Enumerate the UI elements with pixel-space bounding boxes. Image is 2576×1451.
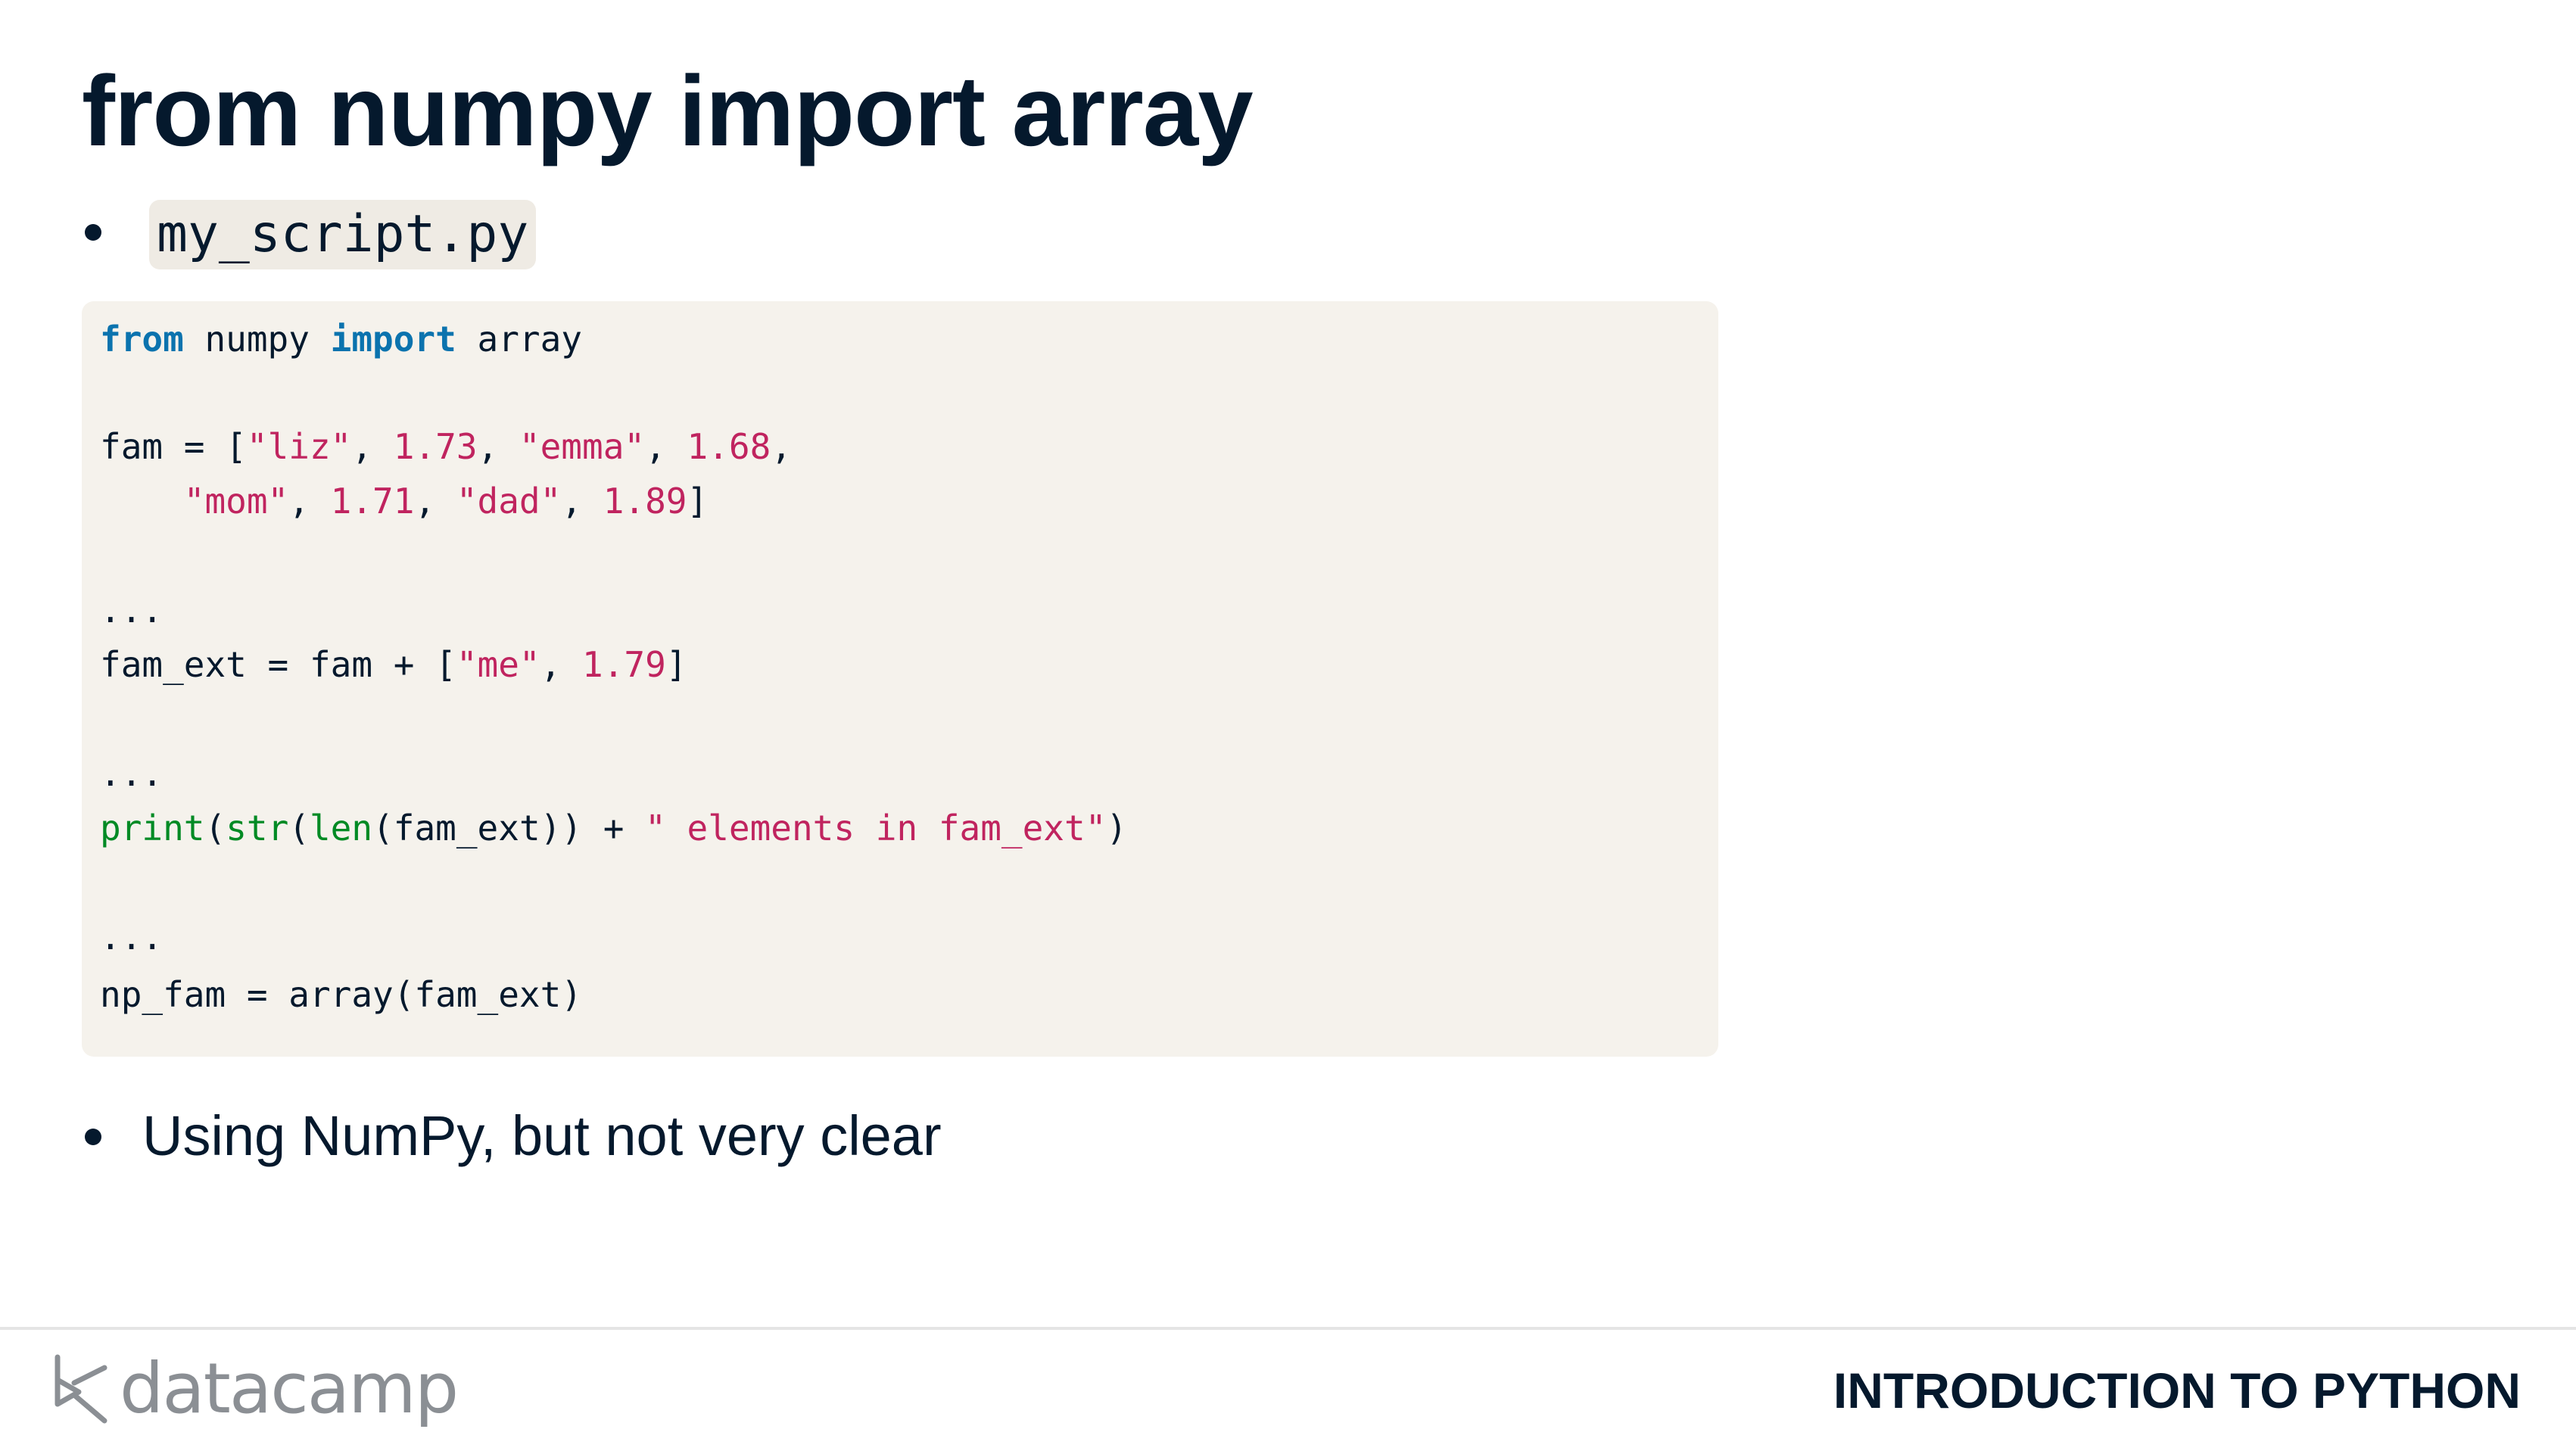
code-text: fam = [ [100, 426, 247, 467]
bullet-dot [85, 1129, 101, 1145]
bullet-text: Using NumPy, but not very clear [142, 1104, 942, 1167]
code-line-ellipsis: ... [100, 914, 163, 960]
code-text: ... [100, 753, 164, 794]
code-text: , [414, 481, 456, 522]
code-text: array [456, 319, 582, 360]
code-text: (fam_ext)) + [372, 808, 646, 848]
code-string: "liz" [246, 426, 352, 467]
code-text: , [288, 481, 331, 522]
logo-wordmark: datacamp [120, 1348, 459, 1429]
code-string: "me" [456, 644, 540, 685]
code-line-import: from numpy import array [100, 316, 582, 362]
code-line-ellipsis: ... [100, 587, 163, 633]
code-string: "emma" [519, 426, 646, 467]
code-text: , [540, 644, 582, 685]
code-line-fam-ext: fam_ext = fam + ["me", 1.79] [100, 642, 687, 687]
code-text: ] [687, 481, 709, 522]
code-builtin: len [309, 808, 373, 848]
datacamp-logo-icon [55, 1354, 107, 1424]
code-number: 1.73 [393, 426, 478, 467]
datacamp-logo: datacamp [51, 1347, 459, 1431]
code-builtin: str [226, 808, 289, 848]
code-text: , [771, 426, 792, 467]
code-text: , [477, 426, 519, 467]
code-text: ( [288, 808, 310, 848]
code-keyword: from [100, 319, 184, 360]
code-text: ] [665, 644, 687, 685]
filename-inline-code: my_script.py [149, 200, 537, 269]
code-line-ellipsis: ... [100, 751, 163, 796]
code-text: ... [100, 917, 164, 957]
code-text: np_fam = array(fam_ext) [100, 974, 582, 1015]
code-text: , [645, 426, 687, 467]
code-text: ... [100, 590, 164, 631]
code-text: ) [1106, 808, 1128, 848]
code-keyword: import [330, 319, 456, 360]
code-line-print: print(str(len(fam_ext)) + " elements in … [100, 805, 1127, 851]
code-text: fam_ext = fam + [ [100, 644, 456, 685]
code-number: 1.79 [581, 644, 666, 685]
course-name: INTRODUCTION TO PYTHON [1833, 1362, 2521, 1418]
code-text: , [561, 481, 603, 522]
code-line-fam: fam = ["liz", 1.73, "emma", 1.68, [100, 424, 792, 469]
code-number: 1.89 [603, 481, 687, 522]
code-string: "dad" [456, 481, 562, 522]
code-text: ( [204, 808, 226, 848]
footer-divider [0, 1327, 2576, 1330]
code-number: 1.68 [687, 426, 771, 467]
code-builtin: print [100, 808, 205, 848]
bullet-dot [85, 224, 101, 241]
code-text: , [351, 426, 394, 467]
code-number: 1.71 [330, 481, 415, 522]
code-line-fam-continued: "mom", 1.71, "dad", 1.89] [100, 478, 708, 524]
code-string: "mom" [183, 481, 289, 522]
code-string: " elements in fam_ext" [645, 808, 1107, 848]
code-block: from numpy import array fam = ["liz", 1.… [82, 301, 1718, 1057]
code-line-np-fam: np_fam = array(fam_ext) [100, 972, 582, 1017]
code-text: numpy [183, 319, 331, 360]
slide-title: from numpy import array [82, 55, 1254, 167]
